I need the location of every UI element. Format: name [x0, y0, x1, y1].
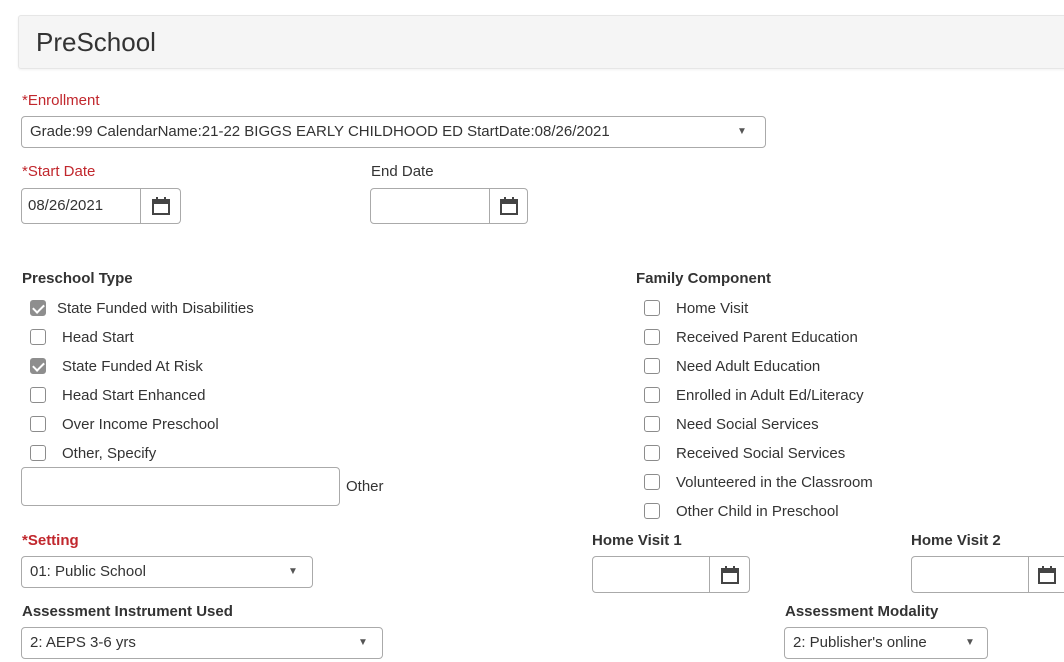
setting-label: Setting: [27, 532, 79, 549]
other-label: Other: [346, 478, 384, 495]
checkbox-state-funded-with-disabilities[interactable]: [30, 300, 46, 316]
home-visit-1-label: Home Visit 1: [592, 532, 682, 549]
other-specify-input[interactable]: [21, 467, 340, 506]
checkbox-label: Home Visit: [676, 300, 749, 317]
home-visit-1-calendar-button[interactable]: [710, 556, 750, 593]
assessment-modality-value: 2: Publisher's online: [793, 634, 927, 651]
checkbox-label: Received Parent Education: [676, 329, 858, 346]
caret-down-icon: ▼: [737, 126, 747, 137]
checkbox-label: Other, Specify: [62, 445, 157, 462]
checkbox-label: Other Child in Preschool: [676, 503, 839, 520]
checkbox-other-specify[interactable]: [30, 445, 46, 461]
checkbox-head-start[interactable]: [30, 329, 46, 345]
checkbox-label: Over Income Preschool: [62, 416, 219, 433]
calendar-icon: [499, 197, 518, 215]
checkbox-enrolled-adult-ed-literacy[interactable]: [644, 387, 660, 403]
checkbox-head-start-enhanced[interactable]: [30, 387, 46, 403]
home-visit-2-calendar-button[interactable]: [1029, 556, 1064, 593]
home-visit-2-input[interactable]: [911, 556, 1029, 593]
checkbox-over-income-preschool[interactable]: [30, 416, 46, 432]
caret-down-icon: ▼: [965, 637, 975, 648]
page-header: [18, 15, 1064, 69]
checkbox-label: Head Start: [62, 329, 134, 346]
checkbox-label: Volunteered in the Classroom: [676, 474, 873, 491]
checkbox-received-parent-education[interactable]: [644, 329, 660, 345]
end-date-calendar-button[interactable]: [490, 188, 528, 224]
enrollment-value: Grade:99 CalendarName:21-22 BIGGS EARLY …: [30, 123, 610, 140]
caret-down-icon: ▼: [288, 566, 298, 577]
assessment-instrument-select[interactable]: 2: AEPS 3-6 yrs ▼: [21, 627, 383, 659]
setting-label-group: *Setting: [22, 532, 79, 550]
home-visit-1-input[interactable]: [592, 556, 710, 593]
checkbox-state-funded-at-risk[interactable]: [30, 358, 46, 374]
checkbox-received-social-services[interactable]: [644, 445, 660, 461]
checkbox-label: Need Social Services: [676, 416, 819, 433]
enrollment-select[interactable]: Grade:99 CalendarName:21-22 BIGGS EARLY …: [21, 116, 766, 148]
home-visit-2-label: Home Visit 2: [911, 532, 1001, 549]
assessment-modality-select[interactable]: 2: Publisher's online ▼: [784, 627, 988, 659]
enrollment-label: *Enrollment: [22, 92, 100, 109]
start-date-label: *Start Date: [22, 163, 96, 180]
checkbox-label: State Funded with Disabilities: [57, 300, 254, 317]
setting-select[interactable]: 01: Public School ▼: [21, 556, 313, 588]
checkbox-label: Enrolled in Adult Ed/Literacy: [676, 387, 864, 404]
start-date-input[interactable]: 08/26/2021: [21, 188, 141, 224]
assessment-instrument-label: Assessment Instrument Used: [22, 603, 233, 620]
checkbox-need-social-services[interactable]: [644, 416, 660, 432]
preschool-type-heading: Preschool Type: [22, 270, 133, 287]
start-date-calendar-button[interactable]: [141, 188, 181, 224]
assessment-instrument-value: 2: AEPS 3-6 yrs: [30, 634, 136, 651]
setting-value: 01: Public School: [30, 563, 146, 580]
checkbox-need-adult-education[interactable]: [644, 358, 660, 374]
checkbox-label: Need Adult Education: [676, 358, 821, 375]
end-date-label: End Date: [371, 163, 434, 180]
checkbox-other-child-in-preschool[interactable]: [644, 503, 660, 519]
checkbox-label: Received Social Services: [676, 445, 846, 462]
calendar-icon: [151, 197, 170, 215]
checkbox-label: State Funded At Risk: [62, 358, 203, 375]
checkbox-label: Head Start Enhanced: [62, 387, 206, 404]
checkbox-volunteered-in-classroom[interactable]: [644, 474, 660, 490]
assessment-modality-label: Assessment Modality: [785, 603, 939, 620]
checkbox-home-visit[interactable]: [644, 300, 660, 316]
end-date-input[interactable]: [370, 188, 490, 224]
calendar-icon: [720, 565, 739, 584]
family-component-heading: Family Component: [636, 270, 772, 287]
caret-down-icon: ▼: [358, 637, 368, 648]
page-title: PreSchool: [36, 27, 156, 57]
calendar-icon: [1037, 565, 1056, 584]
